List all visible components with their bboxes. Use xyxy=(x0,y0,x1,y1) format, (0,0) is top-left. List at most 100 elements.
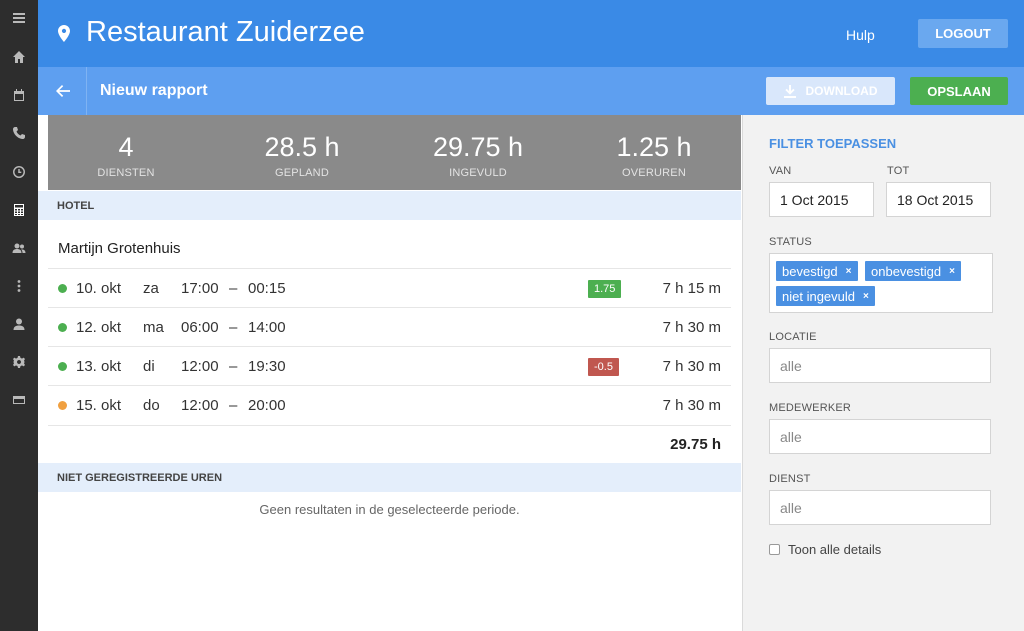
calendar-icon[interactable] xyxy=(0,85,38,105)
shift-day: za xyxy=(143,280,159,297)
shift-start: 12:00 xyxy=(181,358,219,375)
table-row[interactable]: 13. okt di 12:00 – 19:30 -0.5 7 h 30 m xyxy=(48,346,731,385)
status-dot xyxy=(58,323,67,332)
shift-date: 15. okt xyxy=(76,397,122,414)
users-icon[interactable] xyxy=(0,238,38,258)
stat-value: 29.75 h xyxy=(432,132,524,162)
report-title: Nieuw rapport xyxy=(100,82,208,99)
undertime-badge: -0.5 xyxy=(588,358,619,376)
shift-duration: 7 h 30 m xyxy=(662,358,721,375)
total-divider xyxy=(48,425,731,426)
status-dot xyxy=(58,362,67,371)
menu-icon[interactable] xyxy=(0,8,38,28)
time-separator: – xyxy=(229,397,238,414)
shift-date: 12. okt xyxy=(76,319,122,336)
empty-state: Geen resultaten in de geselecteerde peri… xyxy=(259,502,520,517)
details-checkbox[interactable] xyxy=(769,544,780,555)
location-pin-icon xyxy=(58,25,70,47)
time-separator: – xyxy=(229,280,238,297)
total-hours: 29.75 h xyxy=(670,436,721,453)
save-button[interactable]: OPSLAAN xyxy=(910,77,1008,105)
employee-label: MEDEWERKER xyxy=(769,402,852,414)
from-date-input[interactable]: 1 Oct 2015 xyxy=(769,182,874,217)
shift-duration: 7 h 15 m xyxy=(662,280,721,297)
service-select[interactable]: alle xyxy=(769,490,991,525)
filter-title: FILTER TOEPASSEN xyxy=(769,136,897,151)
download-button[interactable]: DOWNLOAD xyxy=(766,77,895,105)
card-icon[interactable] xyxy=(0,390,38,410)
shift-start: 12:00 xyxy=(181,397,219,414)
clock-icon[interactable] xyxy=(0,162,38,182)
stat-label: DIENSTEN xyxy=(97,167,155,179)
stat-planned: 28.5 h GEPLAND xyxy=(224,115,380,179)
status-label: STATUS xyxy=(769,236,812,248)
section-unregistered: NIET GEREGISTREERDE UREN xyxy=(38,463,741,492)
app-title: Restaurant Zuiderzee xyxy=(86,16,365,48)
details-label: Toon alle details xyxy=(788,542,882,557)
shift-day: ma xyxy=(143,319,164,336)
sidebar xyxy=(0,0,38,631)
status-tag-label: onbevestigd xyxy=(871,263,942,279)
more-vertical-icon[interactable] xyxy=(0,276,38,296)
shift-date: 10. okt xyxy=(76,280,122,297)
phone-icon[interactable] xyxy=(0,123,38,143)
section-hotel: HOTEL xyxy=(38,191,741,220)
employee-name: Martijn Grotenhuis xyxy=(58,240,181,257)
shift-end: 19:30 xyxy=(248,358,286,375)
logout-button[interactable]: LOGOUT xyxy=(918,19,1008,48)
status-tag-label: niet ingevuld xyxy=(782,288,855,304)
table-row[interactable]: 10. okt za 17:00 – 00:15 1.75 7 h 15 m xyxy=(48,268,731,307)
shift-date: 13. okt xyxy=(76,358,122,375)
show-details-toggle[interactable]: Toon alle details xyxy=(769,542,881,557)
stat-value: 4 xyxy=(118,132,134,162)
to-date-input[interactable]: 18 Oct 2015 xyxy=(886,182,991,217)
calculator-icon[interactable] xyxy=(0,200,38,220)
location-label: LOCATIE xyxy=(769,331,817,343)
shift-start: 06:00 xyxy=(181,319,219,336)
table-row[interactable]: 15. okt do 12:00 – 20:00 7 h 30 m xyxy=(48,385,731,424)
service-label: DIENST xyxy=(769,473,811,485)
stat-overtime: 1.25 h OVERUREN xyxy=(576,115,732,179)
stat-label: INGEVULD xyxy=(449,167,507,179)
time-separator: – xyxy=(229,319,238,336)
shift-duration: 7 h 30 m xyxy=(662,397,721,414)
stat-value: 28.5 h xyxy=(264,132,340,162)
remove-tag-icon[interactable]: × xyxy=(949,266,955,277)
remove-tag-icon[interactable]: × xyxy=(863,291,869,302)
stat-filled: 29.75 h INGEVULD xyxy=(400,115,556,179)
shift-end: 14:00 xyxy=(248,319,286,336)
stat-label: GEPLAND xyxy=(275,167,329,179)
overtime-badge: 1.75 xyxy=(588,280,622,298)
back-arrow-icon[interactable] xyxy=(52,80,74,102)
status-tag[interactable]: bevestigd × xyxy=(776,261,858,281)
location-select[interactable]: alle xyxy=(769,348,991,383)
shift-day: di xyxy=(143,358,155,375)
home-icon[interactable] xyxy=(0,47,38,67)
help-link[interactable]: Hulp xyxy=(846,27,875,43)
shift-start: 17:00 xyxy=(181,280,219,297)
remove-tag-icon[interactable]: × xyxy=(846,266,852,277)
shift-end: 20:00 xyxy=(248,397,286,414)
employee-select[interactable]: alle xyxy=(769,419,991,454)
user-icon[interactable] xyxy=(0,314,38,334)
status-dot xyxy=(58,284,67,293)
status-tag[interactable]: onbevestigd × xyxy=(865,261,961,281)
status-tag[interactable]: niet ingevuld × xyxy=(776,286,875,306)
shift-day: do xyxy=(143,397,160,414)
status-tag-label: bevestigd xyxy=(782,263,838,279)
stat-shifts: 4 DIENSTEN xyxy=(48,115,204,179)
download-label: DOWNLOAD xyxy=(805,84,878,98)
from-label: VAN xyxy=(769,165,792,177)
download-icon xyxy=(783,84,796,98)
time-separator: – xyxy=(229,358,238,375)
to-label: TOT xyxy=(887,165,910,177)
shift-end: 00:15 xyxy=(248,280,286,297)
gear-icon[interactable] xyxy=(0,352,38,372)
stat-label: OVERUREN xyxy=(622,167,686,179)
stat-value: 1.25 h xyxy=(616,132,692,162)
shift-duration: 7 h 30 m xyxy=(662,319,721,336)
subheader-divider xyxy=(86,67,87,115)
table-row[interactable]: 12. okt ma 06:00 – 14:00 7 h 30 m xyxy=(48,307,731,346)
stats-band: 4 DIENSTEN 28.5 h GEPLAND 29.75 h INGEVU… xyxy=(48,115,741,190)
status-dot xyxy=(58,401,67,410)
